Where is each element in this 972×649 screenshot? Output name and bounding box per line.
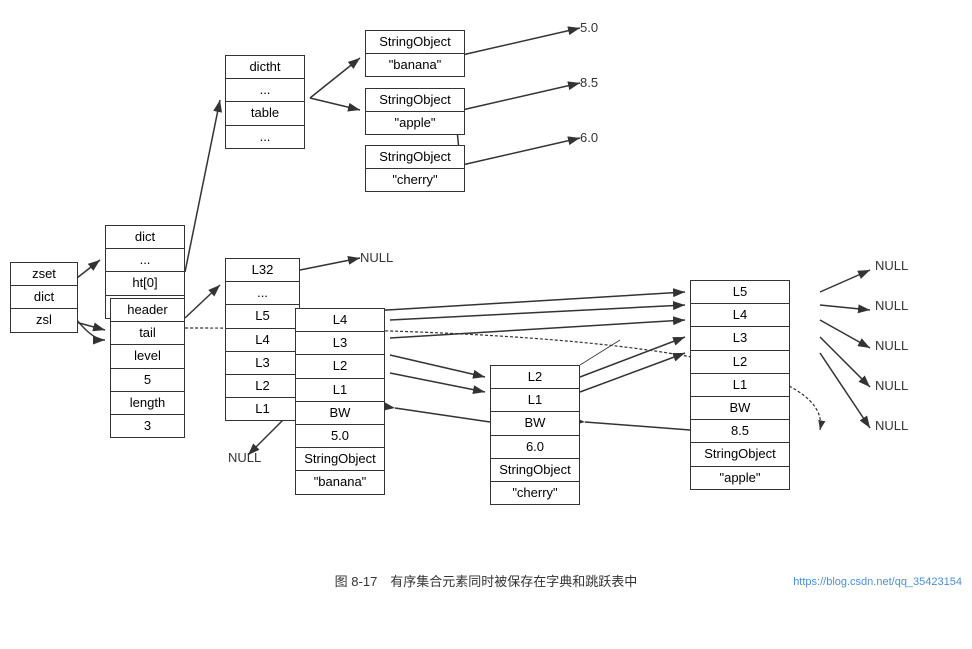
string-apple-label: StringObject (366, 89, 464, 112)
caption-text: 图 8-17 有序集合元素同时被保存在字典和跳跃表中 (335, 574, 638, 589)
dict-cell-ht0: ht[0] (106, 272, 184, 295)
null-right-l5: NULL (875, 258, 908, 273)
sl-header-l32: L32 (226, 259, 299, 282)
score-85: 8.5 (580, 75, 598, 90)
node3-l4: L4 (691, 304, 789, 327)
score-60: 6.0 (580, 130, 598, 145)
diagram: zset dict zsl dict ... ht[0] ... dictht … (0, 0, 972, 600)
sl-header-l4: L4 (226, 329, 299, 352)
node3-l1: L1 (691, 374, 789, 397)
dictht-cell-dictht: dictht (226, 56, 304, 79)
watermark: https://blog.csdn.net/qq_35423154 (793, 576, 962, 588)
node1-banana: "banana" (296, 471, 384, 493)
node1-l3: L3 (296, 332, 384, 355)
node1-l2: L2 (296, 355, 384, 378)
dictht-cell-dots2: ... (226, 126, 304, 148)
string-banana-label: StringObject (366, 31, 464, 54)
node1-score: 5.0 (296, 425, 384, 448)
node2-strobj: StringObject (491, 459, 579, 482)
zset-cell-dict: dict (11, 286, 77, 309)
node1-l1: L1 (296, 379, 384, 402)
zset-cell-zset: zset (11, 263, 77, 286)
null-l32: NULL (360, 250, 393, 265)
node2-cherry: "cherry" (491, 482, 579, 504)
node3-box: L5 L4 L3 L2 L1 BW 8.5 StringObject "appl… (690, 280, 790, 490)
node2-l2: L2 (491, 366, 579, 389)
sl-header-l2: L2 (226, 375, 299, 398)
zsl-header-header: header (111, 299, 184, 322)
sl-header-l5: L5 (226, 305, 299, 328)
node3-score: 8.5 (691, 420, 789, 443)
sl-header-dots: ... (226, 282, 299, 305)
dict-cell-dict: dict (106, 226, 184, 249)
zset-box: zset dict zsl (10, 262, 78, 333)
zsl-header-level-value: 5 (111, 369, 184, 392)
string-apple-value: "apple" (366, 112, 464, 134)
node2-bw: BW (491, 412, 579, 435)
dict-cell-dots: ... (106, 249, 184, 272)
zsl-header-length-label: length (111, 392, 184, 415)
dictht-cell-dots: ... (226, 79, 304, 102)
node1-bw: BW (296, 402, 384, 425)
node3-l2: L2 (691, 351, 789, 374)
dictht-cell-table: table (226, 102, 304, 125)
zset-cell-zsl: zsl (11, 309, 77, 331)
zsl-header-level-label: level (111, 345, 184, 368)
string-cherry-box: StringObject "cherry" (365, 145, 465, 192)
string-apple-box: StringObject "apple" (365, 88, 465, 135)
string-banana-value: "banana" (366, 54, 464, 76)
score-50: 5.0 (580, 20, 598, 35)
node2-l1: L1 (491, 389, 579, 412)
string-cherry-value: "cherry" (366, 169, 464, 191)
null-right-l4: NULL (875, 298, 908, 313)
node3-bw: BW (691, 397, 789, 420)
null-right-l1: NULL (875, 418, 908, 433)
sl-header-l3: L3 (226, 352, 299, 375)
node3-l3: L3 (691, 327, 789, 350)
null-right-l2: NULL (875, 378, 908, 393)
null-right-l3: NULL (875, 338, 908, 353)
node1-l4: L4 (296, 309, 384, 332)
zsl-header-length-value: 3 (111, 415, 184, 437)
node1-strobj: StringObject (296, 448, 384, 471)
zsl-header-tail: tail (111, 322, 184, 345)
skiplist-header-box: L32 ... L5 L4 L3 L2 L1 (225, 258, 300, 421)
dictht-box: dictht ... table ... (225, 55, 305, 149)
node3-strobj: StringObject (691, 443, 789, 466)
zsl-header-box: header tail level 5 length 3 (110, 298, 185, 438)
node2-box: L2 L1 BW 6.0 StringObject "cherry" (490, 365, 580, 505)
sl-header-l1: L1 (226, 398, 299, 420)
node2-score: 6.0 (491, 436, 579, 459)
node3-apple: "apple" (691, 467, 789, 489)
node3-l5: L5 (691, 281, 789, 304)
string-cherry-label: StringObject (366, 146, 464, 169)
node1-box: L4 L3 L2 L1 BW 5.0 StringObject "banana" (295, 308, 385, 495)
string-banana-box: StringObject "banana" (365, 30, 465, 77)
null-bw: NULL (228, 450, 261, 465)
